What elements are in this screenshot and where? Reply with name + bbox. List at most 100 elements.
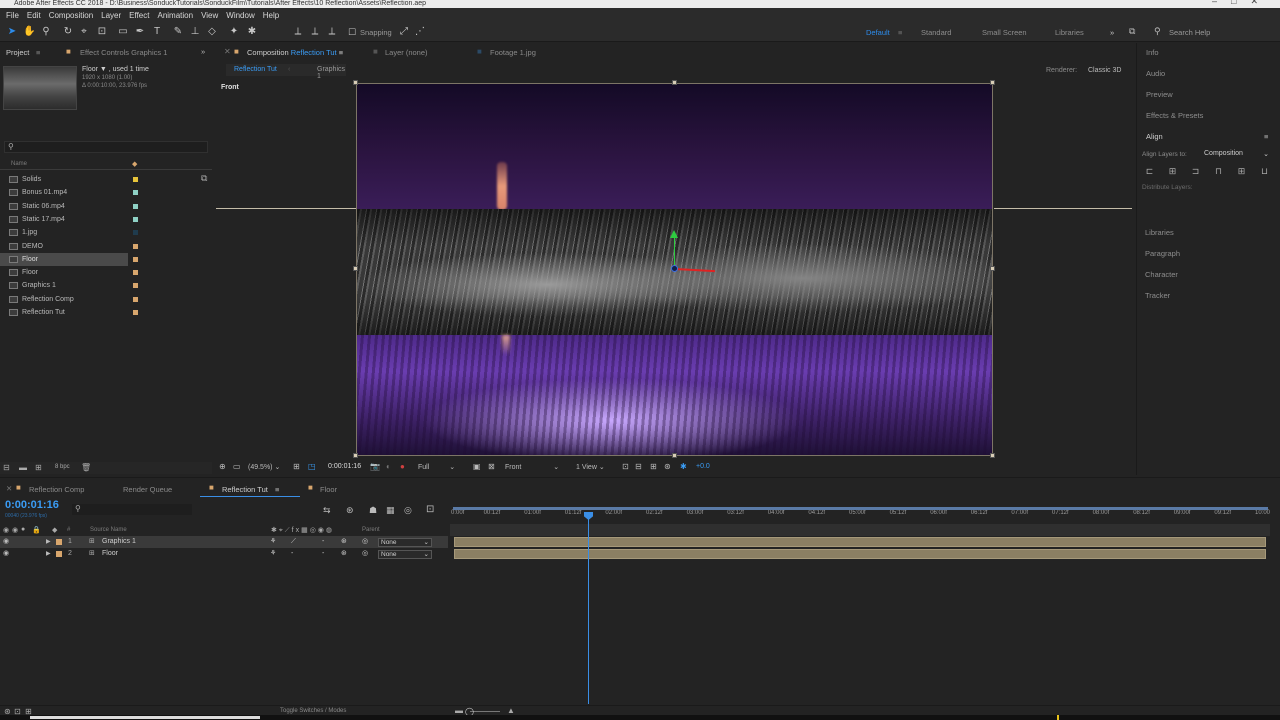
align-horizontal-center-icon[interactable]: ⊞: [1167, 166, 1178, 176]
project-item[interactable]: Graphics 1: [0, 279, 200, 292]
label-column-icon[interactable]: ◆: [52, 526, 57, 534]
label-color-swatch[interactable]: [133, 243, 138, 249]
menu-animation[interactable]: Animation: [157, 11, 193, 20]
parent-pickwhip-icon[interactable]: ◎: [362, 536, 368, 548]
menu-help[interactable]: Help: [263, 11, 279, 20]
panel-overflow-icon[interactable]: »: [201, 47, 205, 56]
source-name-header[interactable]: Source Name: [90, 527, 127, 533]
label-color-swatch[interactable]: [133, 256, 138, 262]
label-column-icon[interactable]: ◆: [132, 160, 137, 168]
zoom-slider-track[interactable]: [470, 711, 500, 712]
3d-layer-switch-icon[interactable]: ⊛: [341, 536, 347, 548]
comp-flowchart-icon[interactable]: ⊛: [664, 462, 671, 471]
snapping-checkbox[interactable]: ☐: [346, 26, 358, 38]
camera-view-dropdown[interactable]: Front ⌄: [505, 463, 565, 471]
transform-handle[interactable]: [353, 266, 358, 271]
shy-layers-icon[interactable]: ☗: [369, 505, 377, 516]
interpret-footage-icon[interactable]: ⊟: [3, 463, 10, 472]
eye-icon[interactable]: ◉: [3, 536, 9, 548]
tab-floor[interactable]: Floor: [320, 485, 337, 494]
zoom-tool-icon[interactable]: ⚲: [40, 26, 52, 38]
collapse-switch-icon[interactable]: -: [291, 548, 293, 560]
workspace-overflow-icon[interactable]: »: [1110, 28, 1114, 37]
close-tab-icon[interactable]: ✕: [6, 484, 12, 493]
align-vertical-center-icon[interactable]: ⊞: [1236, 166, 1247, 176]
transform-handle[interactable]: [672, 80, 677, 85]
grid-icon[interactable]: ⊞: [293, 462, 300, 471]
flowchart-icon[interactable]: ⧉: [201, 173, 207, 184]
tab-layer[interactable]: Layer (none): [385, 48, 428, 57]
floor-layer[interactable]: [357, 209, 992, 335]
menu-composition[interactable]: Composition: [49, 11, 93, 20]
timeline-menu-icon[interactable]: ≡: [275, 485, 279, 494]
rectangle-tool-icon[interactable]: ▭: [117, 26, 129, 38]
transform-handle[interactable]: [990, 80, 995, 85]
reset-exposure-icon[interactable]: ✱: [680, 462, 687, 471]
panel-paragraph[interactable]: Paragraph: [1145, 249, 1180, 258]
roto-brush-tool-icon[interactable]: ✦: [228, 26, 240, 38]
tab-render-queue[interactable]: Render Queue: [123, 485, 172, 494]
quality-switch-icon[interactable]: -: [322, 548, 324, 560]
layer-search-input[interactable]: ⚲: [72, 504, 192, 515]
layer-row[interactable]: ◉ ▶ 2 ⊞ Floor ⚘ - - ⊛ ◎ None ⌄: [0, 548, 448, 560]
comp-tab-lock-icon[interactable]: ■: [308, 483, 313, 492]
local-axis-icon[interactable]: ⟂: [292, 26, 304, 38]
project-item[interactable]: Static 17.mp4: [0, 213, 200, 226]
workspace-menu-icon[interactable]: ≡: [898, 28, 902, 37]
draft-3d-icon[interactable]: ⊛: [346, 505, 354, 516]
project-item[interactable]: Floor: [0, 266, 200, 279]
align-to-dropdown[interactable]: Composition ⌄: [1204, 150, 1272, 158]
search-icon[interactable]: ⚲: [1154, 26, 1161, 37]
align-top-icon[interactable]: ⊓: [1213, 166, 1224, 176]
zoom-in-icon[interactable]: ▲: [507, 706, 515, 715]
effects-lock-icon[interactable]: ■: [66, 47, 71, 56]
eraser-tool-icon[interactable]: ◇: [206, 26, 218, 38]
project-search-input[interactable]: ⚲: [4, 141, 208, 153]
transform-handle[interactable]: [990, 453, 995, 458]
new-folder-icon[interactable]: ▬: [19, 463, 27, 472]
project-item[interactable]: Static 06.mp4: [0, 200, 200, 213]
panel-align[interactable]: Align: [1146, 132, 1163, 141]
lock-toggle-icon[interactable]: 🔒: [32, 526, 41, 534]
anchor-point-gizmo[interactable]: [671, 265, 678, 272]
video-toggle-icon[interactable]: ◉: [3, 526, 9, 534]
audio-toggle-icon[interactable]: ◉: [12, 526, 18, 534]
bit-depth-button[interactable]: 8 bpc: [55, 464, 70, 470]
label-color-swatch[interactable]: [133, 177, 138, 182]
label-color-swatch[interactable]: [133, 283, 138, 289]
label-color-swatch[interactable]: [133, 296, 138, 302]
project-item[interactable]: DEMO: [0, 240, 200, 253]
toggle-pixel-aspect-icon[interactable]: ⊡: [622, 462, 629, 471]
panel-info[interactable]: Info: [1146, 48, 1159, 57]
search-help-input[interactable]: Search Help: [1169, 28, 1210, 37]
menu-layer[interactable]: Layer: [101, 11, 121, 20]
window-controls[interactable]: –□✕: [1212, 0, 1272, 6]
toggle-switches-modes[interactable]: Toggle Switches / Modes: [280, 708, 346, 714]
align-bottom-icon[interactable]: ⊔: [1259, 166, 1270, 176]
solo-toggle-icon[interactable]: ●: [21, 526, 25, 533]
parent-header[interactable]: Parent: [362, 527, 380, 533]
layer-lock-icon[interactable]: ■: [373, 47, 378, 56]
work-area-bar[interactable]: [453, 507, 1268, 510]
panel-libraries[interactable]: Libraries: [1145, 228, 1174, 237]
resolution-dropdown[interactable]: Full ⌄: [418, 463, 468, 471]
tab-reflection-tut[interactable]: Reflection Tut: [222, 485, 268, 494]
transform-handle[interactable]: [353, 80, 358, 85]
project-item[interactable]: Reflection Comp: [0, 293, 200, 306]
tab-project[interactable]: Project: [6, 48, 29, 57]
layer-label-swatch[interactable]: [56, 539, 62, 545]
project-item[interactable]: 1.jpg: [0, 226, 200, 239]
selection-tool-icon[interactable]: ➤: [6, 26, 18, 38]
project-item[interactable]: Bonus 01.mp4: [0, 186, 200, 199]
composition-lock-icon[interactable]: ■: [234, 47, 239, 56]
type-tool-icon[interactable]: T: [151, 26, 163, 38]
timeline-icon[interactable]: ⊞: [650, 462, 657, 471]
project-item[interactable]: Solids: [0, 173, 200, 186]
panel-tracker[interactable]: Tracker: [1145, 291, 1170, 300]
column-name-header[interactable]: Name: [11, 161, 27, 167]
puppet-pin-tool-icon[interactable]: ✱: [246, 26, 258, 38]
view-layout-dropdown[interactable]: 1 View ⌄: [576, 463, 605, 471]
viewer-timecode[interactable]: 0:00:01:16: [328, 463, 361, 470]
parent-pickwhip-icon[interactable]: ◎: [362, 548, 368, 560]
renderer-value[interactable]: Classic 3D: [1088, 67, 1121, 74]
